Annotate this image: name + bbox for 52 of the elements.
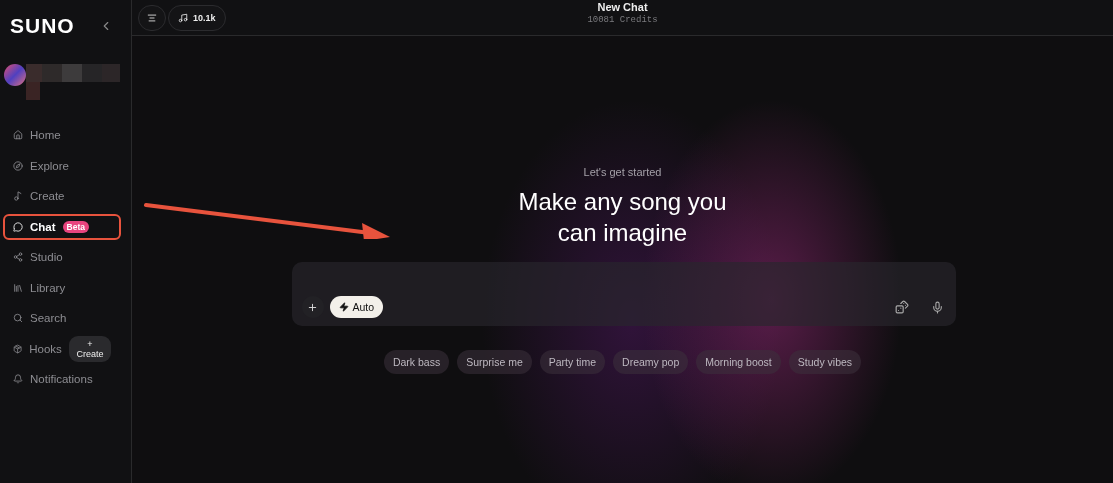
menu-icon (147, 12, 157, 23)
nav-item[interactable]: Explore (3, 152, 121, 179)
nav-item[interactable]: Chat Beta (3, 213, 121, 240)
home-icon (13, 130, 23, 141)
microphone-button[interactable] (930, 300, 944, 314)
avatar[interactable] (4, 64, 26, 86)
hero-heading: Make any song you can imagine (517, 187, 728, 249)
eyebrow-text: Let's get started (583, 166, 662, 178)
chat-title: New Chat (597, 1, 648, 13)
nav-item[interactable]: Studio (3, 244, 121, 271)
nav-item[interactable]: Library (3, 274, 121, 301)
logo: SUNO (10, 14, 75, 38)
nav-label: Notifications (30, 373, 93, 386)
add-button[interactable] (301, 296, 324, 319)
mode-button[interactable]: Auto (329, 296, 384, 319)
credits-text: 10081 Credits (587, 15, 658, 25)
suggestion-chip[interactable]: Study vibes (788, 350, 862, 375)
dice-button[interactable] (894, 300, 909, 315)
nav-label: Studio (30, 251, 63, 264)
suggestion-chip[interactable]: Morning boost (696, 350, 781, 375)
nav-item[interactable]: Create (3, 183, 121, 210)
nav-item[interactable]: Search (3, 305, 121, 332)
speech-bubble-icon (13, 221, 23, 232)
suggestion-chip[interactable]: Dark bass (383, 350, 450, 375)
bell-icon (13, 374, 23, 385)
credits-chip[interactable]: 10.1k (168, 4, 226, 31)
music-note-icon (178, 12, 188, 23)
nav-label: Create (30, 190, 65, 203)
suggestion-chip[interactable]: Party time (539, 350, 606, 375)
search-icon (13, 313, 23, 324)
nodes-icon (13, 252, 23, 263)
music-note-icon (13, 191, 23, 202)
nav-item[interactable]: Hooks + Create (3, 335, 121, 362)
nav-label: Home (30, 129, 61, 142)
suggestion-chip[interactable]: Surprise me (457, 350, 532, 375)
nav-label: Chat (30, 220, 56, 233)
nav-item[interactable]: Notifications (3, 366, 121, 393)
menu-button[interactable] (138, 4, 166, 31)
nav-label: Library (30, 281, 66, 294)
beta-badge: Beta (62, 220, 89, 233)
lightning-icon (338, 302, 349, 313)
suggestion-chip[interactable]: Dreamy pop (613, 350, 689, 375)
prompt-box[interactable]: Auto (291, 262, 956, 327)
box-icon (13, 343, 23, 354)
library-icon (13, 282, 23, 293)
nav-label: Explore (30, 159, 69, 172)
compass-icon (13, 160, 23, 171)
plus-icon (307, 301, 318, 313)
nav-label: Search (30, 312, 67, 325)
nav-item[interactable]: Home (3, 122, 121, 149)
create-button[interactable]: + Create (68, 335, 111, 362)
nav-label: Hooks (29, 342, 62, 355)
